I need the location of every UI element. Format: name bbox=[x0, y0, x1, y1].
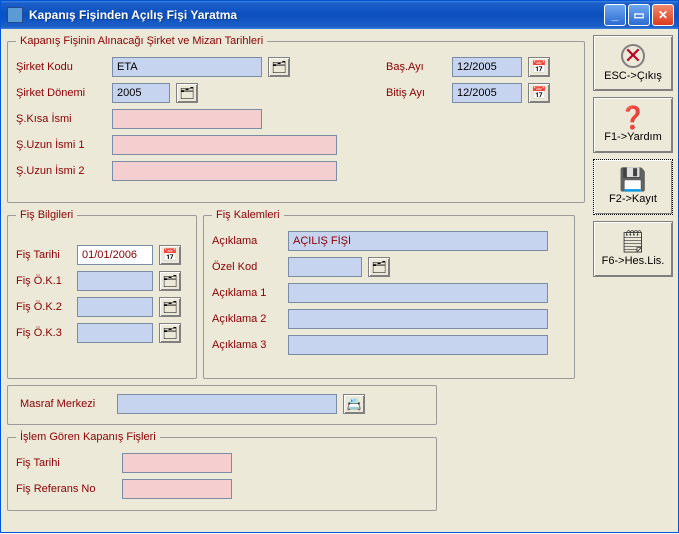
fis-tarihi-calendar-button[interactable]: 📅 bbox=[159, 245, 181, 265]
close-button[interactable]: ✕ bbox=[652, 4, 674, 26]
ozel-kod-lookup-button[interactable]: 🗂 bbox=[368, 257, 390, 277]
list-icon: 🗒 bbox=[619, 231, 647, 253]
minimize-button[interactable]: _ bbox=[604, 4, 626, 26]
masraf-merkezi-label: Masraf Merkezi bbox=[16, 398, 111, 410]
ozel-kod-input[interactable] bbox=[288, 257, 362, 277]
group-kapanis-fisi: Kapanış Fişinin Alınacağı Şirket ve Miza… bbox=[7, 35, 585, 203]
fis-ok3-label: Fiş Ö.K.3 bbox=[16, 327, 71, 339]
group-islem-goren-legend: İşlem Gören Kapanış Fişleri bbox=[16, 431, 160, 443]
aciklama1-label: Açıklama 1 bbox=[212, 287, 282, 299]
lookup-icon: 🗂 bbox=[162, 300, 177, 314]
fis-ok1-label: Fiş Ö.K.1 bbox=[16, 275, 71, 287]
app-icon bbox=[7, 7, 23, 23]
s-uzun-ismi1-input[interactable] bbox=[112, 135, 337, 155]
aciklama3-input[interactable] bbox=[288, 335, 548, 355]
sirket-kodu-label: Şirket Kodu bbox=[16, 61, 106, 73]
s-kisa-ismi-input[interactable] bbox=[112, 109, 262, 129]
sirket-donemi-label: Şirket Dönemi bbox=[16, 87, 106, 99]
lookup-icon: 🗂 bbox=[271, 60, 286, 74]
bas-ayi-input[interactable] bbox=[452, 57, 522, 77]
bas-ayi-calendar-button[interactable]: 📅 bbox=[528, 57, 550, 77]
f1-yardim-button[interactable]: ❓ F1->Yardım bbox=[593, 97, 673, 153]
group-fis-kalemleri-legend: Fiş Kalemleri bbox=[212, 209, 284, 221]
fis-tarihi-label: Fiş Tarihi bbox=[16, 249, 71, 261]
aciklama2-label: Açıklama 2 bbox=[212, 313, 282, 325]
s-uzun-ismi2-input[interactable] bbox=[112, 161, 337, 181]
minimize-icon: _ bbox=[612, 8, 619, 22]
fis-ok1-input[interactable] bbox=[77, 271, 153, 291]
window-title: Kapanış Fişinden Açılış Fişi Yaratma bbox=[29, 8, 604, 22]
islem-fis-tarihi-label: Fiş Tarihi bbox=[16, 457, 116, 469]
sirket-kodu-input[interactable] bbox=[112, 57, 262, 77]
group-fis-bilgileri-legend: Fiş Bilgileri bbox=[16, 209, 77, 221]
bitis-ayi-calendar-button[interactable]: 📅 bbox=[528, 83, 550, 103]
esc-cikis-label: ESC->Çıkış bbox=[604, 70, 662, 82]
sirket-donemi-lookup-button[interactable]: 🗂 bbox=[176, 83, 198, 103]
islem-fis-tarihi-input[interactable] bbox=[122, 453, 232, 473]
aciklama2-input[interactable] bbox=[288, 309, 548, 329]
fis-ok2-input[interactable] bbox=[77, 297, 153, 317]
maximize-icon: ▭ bbox=[633, 8, 644, 22]
masraf-merkezi-lookup-button[interactable]: 📇 bbox=[343, 394, 365, 414]
group-masraf-merkezi: Masraf Merkezi 📇 bbox=[7, 385, 437, 425]
aciklama1-input[interactable] bbox=[288, 283, 548, 303]
bas-ayi-label: Baş.Ayı bbox=[386, 61, 446, 73]
lookup-icon: 🗂 bbox=[179, 86, 194, 100]
group-islem-goren: İşlem Gören Kapanış Fişleri Fiş Tarihi F… bbox=[7, 431, 437, 511]
s-uzun-ismi2-label: Ş.Uzun İsmi 2 bbox=[16, 165, 106, 177]
calendar-icon: 📅 bbox=[532, 60, 547, 74]
fis-ok2-lookup-button[interactable]: 🗂 bbox=[159, 297, 181, 317]
aciklama3-label: Açıklama 3 bbox=[212, 339, 282, 351]
lookup-icon: 🗂 bbox=[162, 274, 177, 288]
sirket-kodu-lookup-button[interactable]: 🗂 bbox=[268, 57, 290, 77]
fis-ok1-lookup-button[interactable]: 🗂 bbox=[159, 271, 181, 291]
fis-ok3-input[interactable] bbox=[77, 323, 153, 343]
sirket-donemi-input[interactable] bbox=[112, 83, 170, 103]
maximize-button[interactable]: ▭ bbox=[628, 4, 650, 26]
lookup-icon: 📇 bbox=[347, 397, 362, 411]
f1-yardim-label: F1->Yardım bbox=[604, 131, 662, 143]
masraf-merkezi-input[interactable] bbox=[117, 394, 337, 414]
ozel-kod-label: Özel Kod bbox=[212, 261, 282, 273]
esc-cikis-button[interactable]: ✕ ESC->Çıkış bbox=[593, 35, 673, 91]
islem-fis-referans-input[interactable] bbox=[122, 479, 232, 499]
s-uzun-ismi1-label: Ş.Uzun İsmi 1 bbox=[16, 139, 106, 151]
lookup-icon: 🗂 bbox=[371, 260, 386, 274]
close-icon: ✕ bbox=[658, 8, 668, 22]
save-icon: 💾 bbox=[619, 169, 646, 191]
calendar-icon: 📅 bbox=[163, 248, 178, 262]
bitis-ayi-label: Bitiş Ayı bbox=[386, 87, 446, 99]
help-icon: ❓ bbox=[619, 107, 646, 129]
fis-tarihi-input[interactable] bbox=[77, 245, 153, 265]
f6-heslis-button[interactable]: 🗒 F6->Hes.Lis. bbox=[593, 221, 673, 277]
f2-kayit-button[interactable]: 💾 F2->Kayıt bbox=[593, 159, 673, 215]
lookup-icon: 🗂 bbox=[162, 326, 177, 340]
group-fis-bilgileri: Fiş Bilgileri Fiş Tarihi 📅 Fiş Ö.K.1 🗂 F… bbox=[7, 209, 197, 379]
aciklama-input[interactable] bbox=[288, 231, 548, 251]
titlebar: Kapanış Fişinden Açılış Fişi Yaratma _ ▭… bbox=[1, 1, 678, 29]
f2-kayit-label: F2->Kayıt bbox=[609, 193, 657, 205]
calendar-icon: 📅 bbox=[532, 86, 547, 100]
group-kapanis-legend: Kapanış Fişinin Alınacağı Şirket ve Miza… bbox=[16, 35, 267, 47]
fis-ok3-lookup-button[interactable]: 🗂 bbox=[159, 323, 181, 343]
f6-heslis-label: F6->Hes.Lis. bbox=[602, 255, 665, 267]
cancel-icon: ✕ bbox=[621, 44, 645, 68]
group-fis-kalemleri: Fiş Kalemleri Açıklama Özel Kod 🗂 Açıkla… bbox=[203, 209, 575, 379]
s-kisa-ismi-label: Ş.Kısa İsmi bbox=[16, 113, 106, 125]
islem-fis-referans-label: Fiş Referans No bbox=[16, 483, 116, 495]
bitis-ayi-input[interactable] bbox=[452, 83, 522, 103]
fis-ok2-label: Fiş Ö.K.2 bbox=[16, 301, 71, 313]
aciklama-label: Açıklama bbox=[212, 235, 282, 247]
